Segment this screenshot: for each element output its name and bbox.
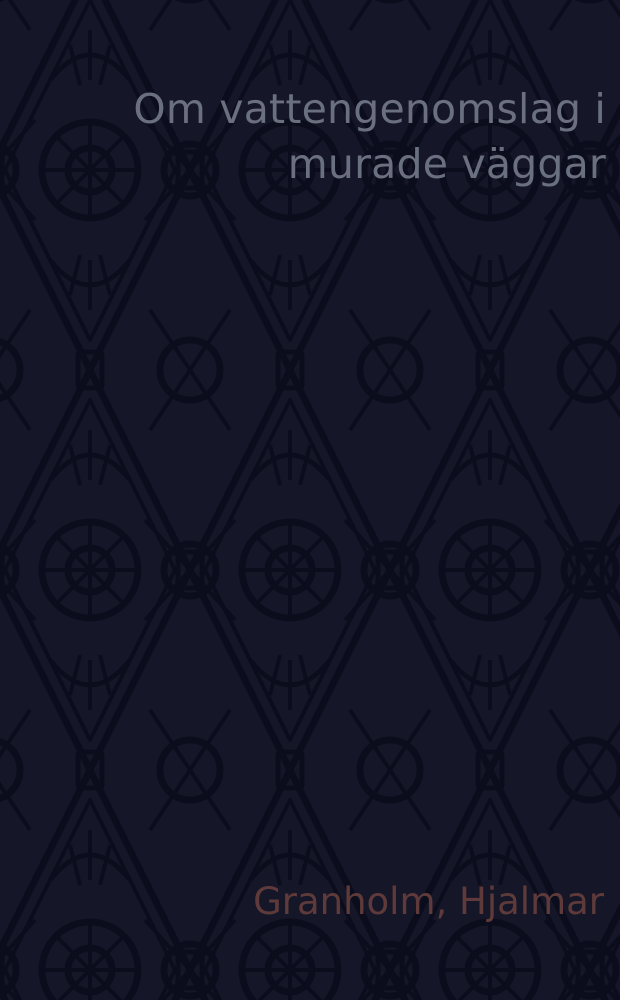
book-author: Granholm, Hjalmar [253, 880, 604, 923]
book-title: Om vattengenomslag i murade väggar [133, 85, 606, 188]
book-cover: Om vattengenomslag i murade väggar Granh… [0, 0, 620, 1000]
